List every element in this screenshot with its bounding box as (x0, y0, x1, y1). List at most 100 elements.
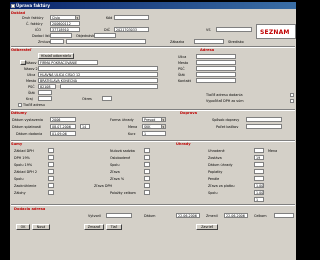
rate-field[interactable]: 1 (142, 131, 166, 136)
transport-field[interactable] (246, 117, 282, 122)
amount-field-mid-5[interactable] (144, 176, 150, 181)
amount-field-left-6[interactable] (48, 183, 54, 188)
window-titlebar[interactable]: Úprava faktúry (10, 2, 296, 9)
address-field-3[interactable] (196, 66, 236, 71)
search-partner-button[interactable]: Hľadať odberateľa (38, 53, 74, 59)
amount-field-left-1[interactable] (48, 148, 54, 153)
var-field[interactable] (216, 27, 252, 32)
country-field[interactable] (38, 90, 52, 95)
total-field[interactable] (274, 213, 294, 218)
vat-rate-checkbox[interactable] (290, 99, 294, 103)
currency-mark: Mena (268, 149, 278, 153)
amount-field-right-8[interactable]: 1 (254, 197, 264, 202)
city-field[interactable]: BRATISLAVA KONEČNÁ (38, 78, 158, 83)
contract-name-field[interactable] (66, 39, 146, 44)
print-button[interactable]: Tlač (106, 224, 122, 230)
amount-field-right-3[interactable] (254, 162, 264, 167)
delivery-field[interactable] (50, 33, 72, 38)
due-date-label: Dátum splatnosti (12, 125, 42, 129)
amount-field-mid-7[interactable] (144, 190, 150, 195)
amount-field-left-7[interactable] (48, 190, 54, 195)
amount-field-mid-1[interactable] (144, 148, 150, 153)
delete-button[interactable]: Zmazať (84, 224, 104, 230)
issue-date-label: Dátum vystavenia (12, 118, 43, 122)
amount-label-right-5: Penále (208, 177, 220, 181)
name-pick-button[interactable]: … (20, 60, 26, 65)
amount-field-left-4[interactable] (48, 169, 54, 174)
amount-label-right-4: Poplatky (208, 170, 223, 174)
currency-select[interactable]: SKK (142, 124, 166, 129)
address-row-5: Kontakt (178, 79, 191, 83)
amount-label-mid-6: Zľava DPH (94, 184, 113, 188)
street-field[interactable]: HLAVNÁ ULICA ČÍSLO 12 (38, 72, 158, 77)
invoice-no-field[interactable]: 200600112 (50, 21, 80, 26)
due-days-field[interactable]: 14 (80, 124, 90, 129)
ok-button[interactable]: OK (16, 224, 30, 230)
contract-field[interactable] (50, 39, 64, 44)
amount-field-mid-2[interactable] (144, 155, 150, 160)
extra-field[interactable] (194, 39, 224, 44)
issue-date-field[interactable]: 2006 (50, 117, 76, 122)
created-field[interactable] (106, 213, 132, 218)
amount-label-mid-2: Oslobodené (110, 156, 131, 160)
ico-field[interactable]: 37718910 (50, 27, 80, 32)
region-field[interactable] (38, 96, 52, 101)
name2-field[interactable] (38, 66, 158, 71)
region-label: Kraj (26, 97, 33, 101)
date-field[interactable]: 22.06.2006 (176, 213, 200, 218)
due-date-field[interactable]: 08.07.2006 (50, 124, 76, 129)
print-address-label: Tlačiť adresu (23, 103, 45, 107)
amount-label-left-7: Zálohy (14, 191, 26, 195)
app-icon (11, 3, 15, 8)
delivery-label: Dodací list (32, 34, 50, 38)
address-row-3: PSČ (178, 67, 185, 71)
transport-label: Spôsob dopravy (212, 118, 240, 122)
address-field-5[interactable] (196, 78, 236, 83)
section-title-delivery: Dodacia adresa (14, 207, 46, 211)
divider (11, 109, 295, 111)
amount-field-left-2[interactable] (48, 155, 54, 160)
payment-select[interactable]: Prevod (142, 117, 166, 122)
address-field-1[interactable] (196, 54, 236, 59)
print-delivery-checkbox[interactable] (290, 93, 294, 97)
doc-type-label: Druh faktúry (22, 16, 44, 20)
district-field[interactable] (102, 96, 112, 101)
amount-field-right-2[interactable]: 19 (254, 155, 264, 160)
new-button[interactable]: Nová (32, 224, 50, 230)
address-row-1: Ulica (178, 55, 187, 59)
zip-field[interactable]: 82108 (38, 84, 56, 89)
amount-field-mid-6[interactable] (144, 183, 150, 188)
name-field[interactable]: FIRMA POKRACOVANIE (38, 60, 98, 65)
amount-label-left-6: Zaokrúhlenie (14, 184, 37, 188)
amount-field-right-1[interactable] (254, 148, 264, 153)
amount-field-left-3[interactable] (48, 162, 54, 167)
extra-label: Zákazka (170, 40, 185, 44)
section-title-amounts: Sumy (11, 142, 23, 146)
amount-label-mid-3: Spolu (110, 163, 120, 167)
order-field[interactable] (94, 33, 116, 38)
amount-field-right-7[interactable]: 1.00 (254, 190, 264, 195)
zip-city-field[interactable] (60, 84, 158, 89)
extra2-label: Stredisko (228, 40, 244, 44)
pack-field[interactable] (246, 124, 282, 129)
created-label: Vytvoril (88, 214, 101, 218)
close-button[interactable]: Zavrieť (196, 224, 218, 230)
doc-type-select[interactable]: Číslo (50, 15, 80, 20)
changed-field[interactable]: 22.06.2006 (224, 213, 248, 218)
amount-field-mid-4[interactable] (144, 169, 150, 174)
dic-field[interactable]: 2021703033 (114, 27, 149, 32)
contract-label: Zmluva (38, 40, 51, 44)
address-field-2[interactable] (196, 60, 236, 65)
amount-field-left-5[interactable] (48, 176, 54, 181)
amount-field-right-6[interactable]: 1.00 (254, 183, 264, 188)
amount-field-right-4[interactable] (254, 169, 264, 174)
amount-field-right-5[interactable] (254, 176, 264, 181)
amount-field-mid-3[interactable] (144, 162, 150, 167)
code-field[interactable] (114, 15, 149, 20)
amount-label-left-2: DPH 19% (14, 156, 30, 160)
amount-label-left-5: Spolu (14, 177, 24, 181)
pack-label: Počet balíkov (216, 125, 239, 129)
taxable-date-field[interactable]: 01.09.06 (50, 131, 76, 136)
address-field-4[interactable] (196, 72, 236, 77)
print-address-checkbox[interactable] (18, 103, 22, 107)
